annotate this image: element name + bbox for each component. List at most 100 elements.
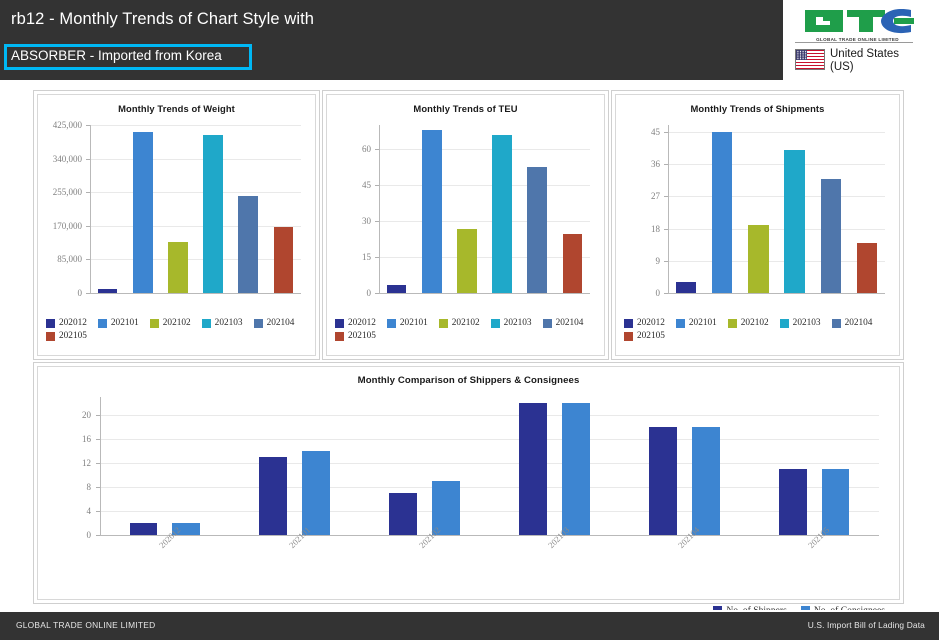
- y-axis-tick-label: 85,000: [57, 254, 82, 265]
- legend-label: 202104: [844, 318, 873, 328]
- legend-swatch: [335, 331, 344, 341]
- y-axis-tick-label: 16: [82, 434, 91, 444]
- legend-label: 202104: [266, 318, 295, 328]
- legend-item: 202105: [624, 331, 665, 341]
- gridline: [668, 196, 885, 198]
- bar: [784, 150, 805, 293]
- bar: [712, 132, 733, 293]
- legend-label: 202101: [110, 318, 139, 328]
- page-header: rb12 - Monthly Trends of Chart Style wit…: [0, 0, 939, 84]
- footer-company-label: GLOBAL TRADE ONLINE LIMITED: [16, 620, 156, 630]
- bar: [203, 134, 223, 293]
- chart-title-shipments: Monthly Trends of Shipments: [690, 103, 825, 114]
- legend-swatch: [386, 318, 396, 328]
- y-axis-tick-label: 45: [362, 180, 371, 190]
- legend-item: 202102: [727, 318, 769, 328]
- chart-title-weight: Monthly Trends of Weight: [118, 103, 235, 114]
- legend-label: 202012: [637, 318, 665, 328]
- gridline: [100, 439, 879, 440]
- legend-label: 202105: [637, 331, 665, 341]
- chart-title-teu: Monthly Trends of TEU: [413, 103, 518, 114]
- bar: [238, 196, 259, 293]
- legend-swatch: [624, 318, 633, 328]
- report-subject-label: ABSORBER - Imported from Korea: [11, 48, 222, 63]
- legend-item: 202012: [335, 318, 376, 328]
- chart-legend-shipments: 202012 202101 202102 202103 202104 202105: [624, 315, 897, 341]
- bar: [648, 427, 677, 535]
- legend-label: 202105: [348, 331, 376, 341]
- chart-panel-inner-teu: Monthly Trends of TEU 0 15 30 45 60 202012 2021…: [326, 94, 605, 356]
- chart-title-shippers_consignees: Monthly Comparison of Shippers & Consign…: [357, 375, 580, 386]
- gridline: [90, 259, 301, 261]
- bar: [856, 242, 878, 293]
- bar: [457, 229, 477, 293]
- bar: [386, 284, 407, 293]
- legend-label: 202103: [503, 318, 532, 328]
- bar: [778, 469, 807, 535]
- bar: [492, 134, 512, 293]
- chart-panel-shippers_consignees: Monthly Comparison of Shippers & Consign…: [33, 362, 904, 616]
- bar: [302, 451, 331, 535]
- legend-item: 202103: [779, 318, 821, 328]
- plot-area-shippers_consignees: [100, 397, 879, 535]
- y-axis-tick-label: 60: [362, 144, 371, 154]
- legend-item: 202105: [46, 331, 87, 341]
- legend-label: 202102: [162, 318, 191, 328]
- legend-item: 202012: [624, 318, 665, 328]
- legend-swatch: [438, 318, 448, 328]
- y-axis-tick-label: 340,000: [52, 153, 82, 164]
- y-axis-tick-label: 0: [366, 288, 372, 298]
- legend-item: 202104: [542, 318, 584, 328]
- legend-label: 202105: [59, 331, 87, 341]
- gridline: [90, 192, 301, 194]
- chart-panel-inner-shippers_consignees: Monthly Comparison of Shippers & Consign…: [37, 366, 900, 616]
- y-axis-tick-label: 0: [86, 530, 92, 540]
- bar: [132, 131, 153, 293]
- y-axis-tick-label: 0: [77, 288, 83, 298]
- y-axis-tick-label: 425,000: [52, 120, 82, 130]
- plot-area-weight: [90, 125, 301, 293]
- logo-divider: [795, 42, 913, 43]
- bar: [259, 457, 288, 535]
- legend-label: 202101: [399, 318, 428, 328]
- legend-item: 202101: [97, 318, 139, 328]
- gridline: [668, 164, 885, 166]
- gridline: [90, 158, 301, 160]
- chart-panel-teu: Monthly Trends of TEU 0 15 30 45 60 202012 2021…: [322, 90, 609, 360]
- bar: [820, 178, 841, 293]
- y-axis-tick-label: 255,000: [52, 187, 82, 198]
- x-axis-line: [379, 293, 590, 294]
- legend-swatch: [675, 318, 685, 328]
- chart-panel-inner-shipments: Monthly Trends of Shipments 0 9 18 27 36 45 202…: [615, 94, 900, 356]
- gto-logo-icon: GLOBAL TRADE ONLINE LIMITED: [799, 4, 917, 42]
- gridline: [90, 125, 301, 126]
- legend-swatch: [727, 318, 737, 328]
- legend-item: 202101: [675, 318, 717, 328]
- legend-item: 202104: [253, 318, 295, 328]
- y-axis-line: [379, 125, 380, 293]
- legend-label: 202104: [555, 318, 584, 328]
- bar: [821, 469, 850, 535]
- chart-legend-teu: 202012 202101 202102 202103 202104 202105: [335, 315, 602, 341]
- footer-dataset-label: U.S. Import Bill of Lading Data: [807, 620, 925, 630]
- bar: [561, 403, 590, 535]
- gridline: [379, 185, 590, 186]
- plot-area-shipments: [668, 125, 885, 293]
- bar: [562, 234, 583, 293]
- bar: [273, 226, 294, 293]
- bar: [389, 493, 418, 535]
- gridline: [379, 149, 590, 150]
- legend-swatch: [97, 318, 107, 328]
- legend-label: 202012: [348, 318, 376, 328]
- y-axis-tick-label: 9: [655, 255, 661, 266]
- x-axis-line: [668, 293, 885, 294]
- y-axis-line: [100, 397, 101, 535]
- y-axis-tick-label: 36: [651, 159, 660, 170]
- legend-swatch: [490, 318, 500, 328]
- x-axis-line: [90, 293, 301, 294]
- legend-item: 202103: [490, 318, 532, 328]
- page-title: rb12 - Monthly Trends of Chart Style wit…: [11, 10, 315, 28]
- chart-legend-weight: 202012 202101 202102 202103 202104 202105: [46, 315, 313, 341]
- legend-swatch: [149, 318, 159, 328]
- legend-swatch: [831, 318, 841, 328]
